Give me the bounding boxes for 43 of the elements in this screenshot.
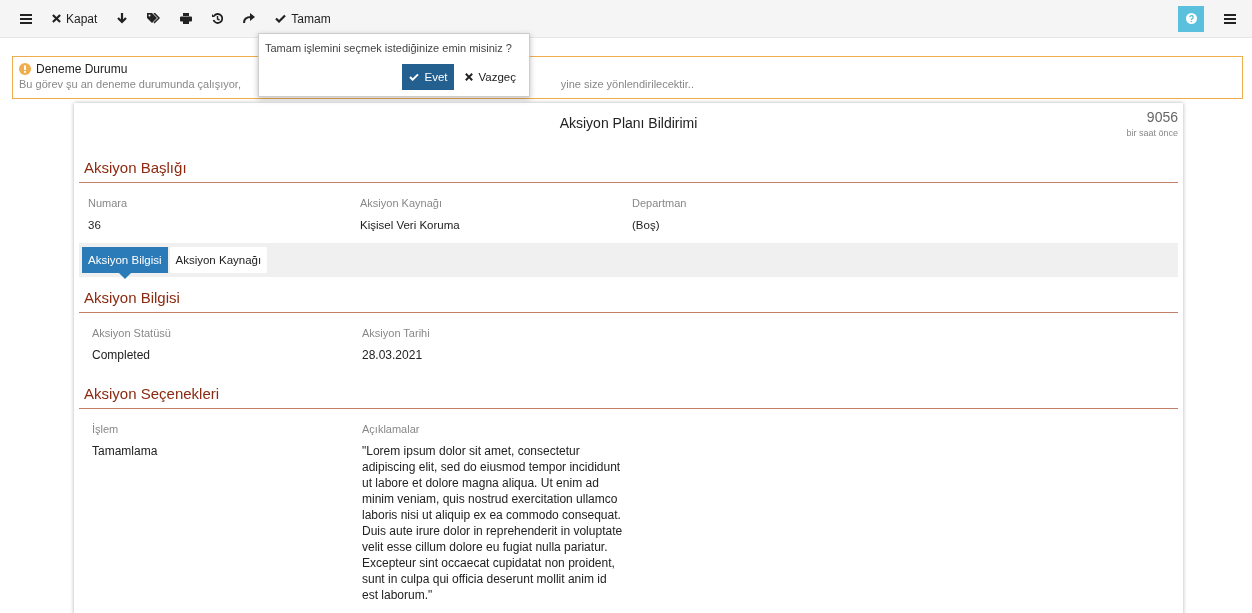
printer-icon	[180, 13, 193, 24]
record-number: 9056	[1146, 109, 1178, 125]
field-value: "Lorem ipsum dolor sit amet, consectetur adipiscing elit, sed do eiusmod tempor incididunt ut labore et dolore magna aliqua. Ut enim ad minim veniam, quis nostrud exercitation ullamco laboris nisi ut aliquip ex ea commodo consequat. Duis aute irure dolor in reprehenderit in voluptate velit esse cillum dolore eu fugiat nulla pariatur. Excepteur sint occaecat cupidatat non proident, sunt in culpa qui officia deserunt mollit anim id est laborum."	[362, 443, 624, 603]
warning-icon	[19, 63, 31, 75]
down-arrow-icon	[117, 13, 128, 24]
check-icon	[275, 14, 287, 23]
close-icon	[52, 14, 61, 23]
menu-icon	[20, 13, 32, 24]
history-icon	[212, 13, 224, 24]
notice-title: Deneme Durumu	[36, 62, 128, 76]
confirm-button[interactable]: Evet	[402, 64, 455, 90]
tab[interactable]: Aksiyon Kaynağı	[169, 247, 268, 273]
section-title: Aksiyon Bilgisi	[79, 289, 1178, 313]
field-label: Açıklamalar	[362, 423, 421, 435]
cancel-button[interactable]: Vazgeç	[458, 64, 523, 90]
timestamp: bir saat önce	[1126, 128, 1178, 138]
field-value: (Boş)	[632, 219, 661, 231]
field-value: Tamamlama	[92, 443, 159, 459]
menu-icon	[1224, 13, 1236, 24]
toolbar-button[interactable]: Kapat	[44, 5, 106, 32]
field-value: Completed	[92, 347, 152, 363]
field-value: 36	[88, 219, 102, 231]
form-title: Aksiyon Planı Bildirimi	[559, 115, 698, 133]
field-label: Aksiyon Statüsü	[92, 327, 172, 339]
notice-text: Bu görev şu an deneme durumunda çalışıyor,	[19, 78, 241, 90]
field-label: Departman	[632, 197, 688, 209]
field-label: Aksiyon Tarihi	[362, 327, 431, 339]
help-icon	[1185, 13, 1197, 24]
toolbar-button[interactable]: Tamam	[267, 5, 339, 32]
field-label: Aksiyon Kaynağı	[360, 197, 443, 209]
tags-icon	[147, 13, 161, 24]
field-label: İşlem	[92, 423, 120, 435]
confirm-message: Tamam işlemini seçmek istediğinize emin misiniz ?	[265, 42, 513, 54]
field-value: Kişisel Veri Koruma	[360, 219, 461, 231]
close-icon	[465, 73, 474, 81]
notice-text: yine size yönlendirilecektir..	[560, 78, 694, 90]
forward-arrow-icon	[243, 13, 256, 24]
section-title: Aksiyon Seçenekleri	[79, 385, 1178, 409]
field-label: Numara	[88, 197, 129, 209]
field-value: 28.03.2021	[362, 347, 424, 363]
tab-pointer-icon	[118, 273, 131, 279]
section-title: Aksiyon Başlığı	[79, 159, 1178, 183]
check-icon	[409, 73, 420, 81]
